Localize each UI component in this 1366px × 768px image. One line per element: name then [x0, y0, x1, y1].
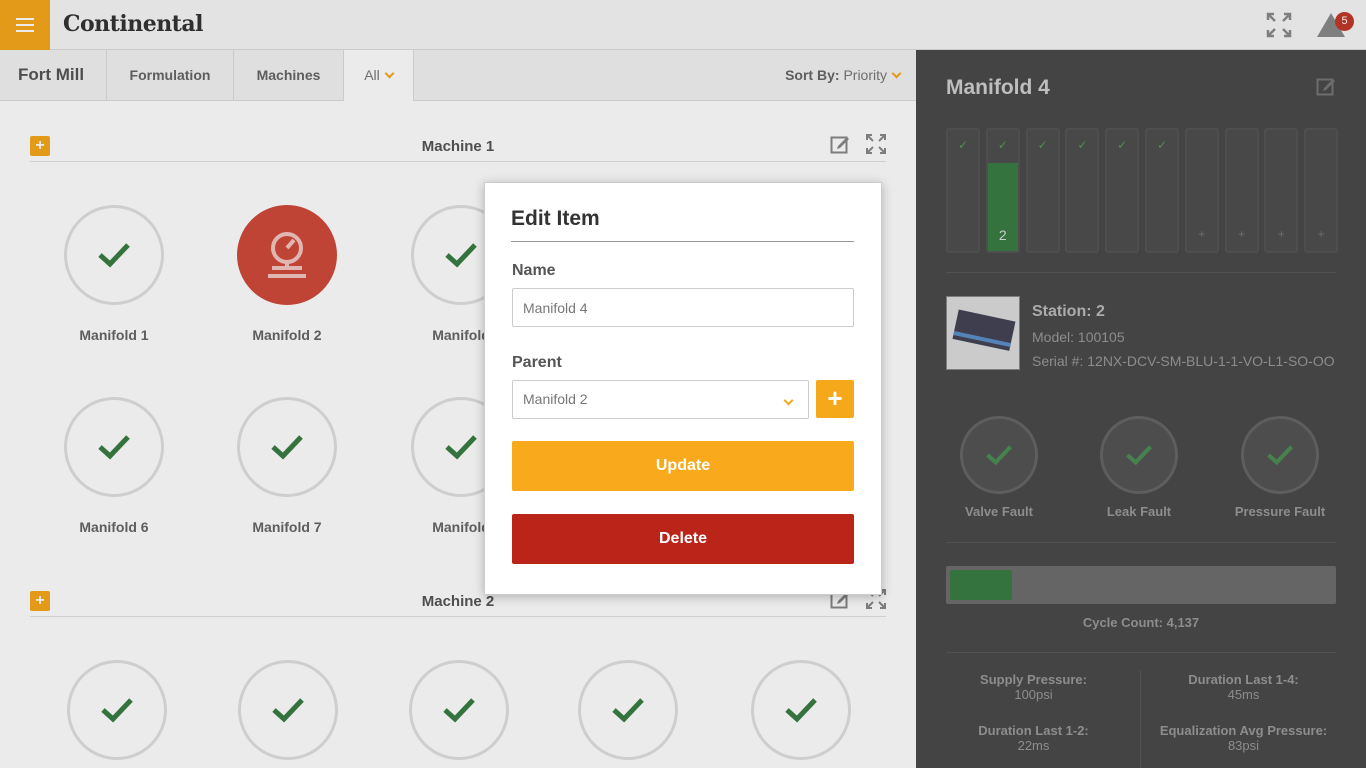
divider — [511, 241, 854, 242]
parent-select[interactable]: Manifold 2 — [512, 380, 809, 419]
parent-label: Parent — [512, 354, 562, 371]
name-field[interactable] — [512, 288, 854, 327]
delete-button[interactable]: Delete — [512, 514, 854, 564]
update-button[interactable]: Update — [512, 441, 854, 491]
add-parent-button[interactable]: + — [816, 380, 854, 418]
dialog-title: Edit Item — [511, 207, 600, 230]
edit-item-dialog: Edit Item Name Parent Manifold 2 + Updat… — [484, 182, 882, 595]
parent-select-value: Manifold 2 — [523, 391, 588, 407]
name-label: Name — [512, 262, 556, 279]
